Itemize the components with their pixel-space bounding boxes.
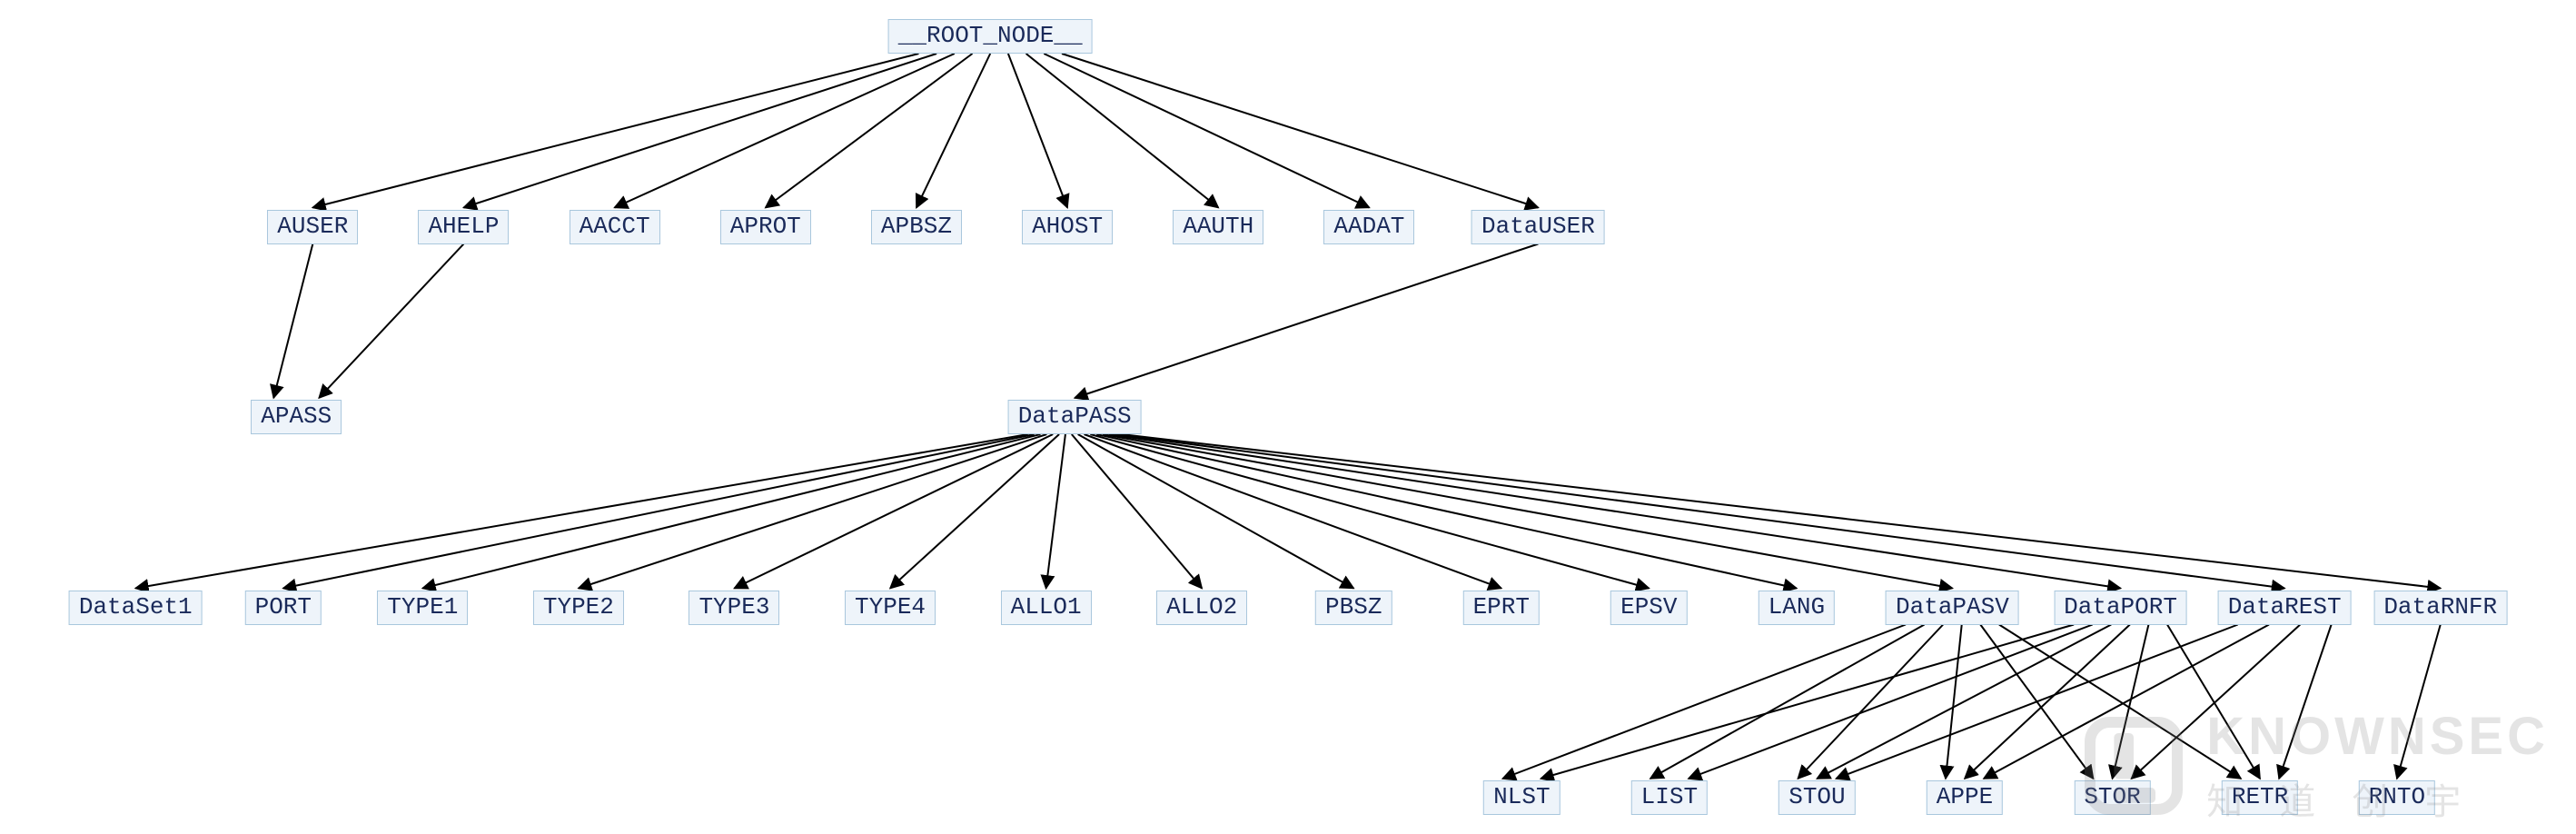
edge — [1541, 625, 2074, 779]
graph-node-aadat: AADAT — [1323, 210, 1414, 244]
edge — [1085, 434, 1501, 589]
graph-node-apbsz: APBSZ — [871, 210, 962, 244]
graph-node-epsv: EPSV — [1610, 591, 1687, 625]
watermark-latin: KNOWNSEC — [2206, 706, 2549, 767]
edge — [579, 434, 1046, 589]
graph-node-allo1: ALLO1 — [1001, 591, 1092, 625]
graph-node-port: PORT — [245, 591, 322, 625]
edge — [1044, 54, 1369, 208]
edge — [766, 54, 973, 208]
edge — [2132, 625, 2301, 779]
edge — [312, 54, 918, 208]
edge — [1072, 434, 1202, 589]
graph-node-rnto: RNTO — [2359, 780, 2435, 815]
graph-node-aacct: AACCT — [570, 210, 660, 244]
graph-node-lang: LANG — [1759, 591, 1835, 625]
edge — [1999, 625, 2241, 779]
edge — [1062, 54, 1538, 208]
graph-node-auser: AUSER — [267, 210, 358, 244]
edge — [2167, 625, 2260, 779]
edge — [734, 434, 1053, 589]
graph-node-appe: APPE — [1927, 780, 2003, 815]
graph-node-dataset1: DataSet1 — [69, 591, 203, 625]
edge — [1798, 625, 1943, 779]
edge — [1946, 625, 1962, 779]
edge — [1109, 434, 2121, 589]
edge — [1090, 434, 1649, 589]
edge — [1026, 54, 1219, 208]
edge — [1689, 625, 2093, 779]
edge — [1502, 625, 1906, 779]
edge — [1115, 434, 2284, 589]
edge — [135, 434, 1028, 589]
edge — [1650, 625, 1925, 779]
graph-node-type3: TYPE3 — [689, 591, 779, 625]
graph-node-root: __ROOT_NODE__ — [888, 19, 1093, 54]
graph-node-datauser: DataUSER — [1471, 210, 1605, 244]
graph-node-pbsz: PBSZ — [1315, 591, 1392, 625]
graph-node-stor: STOR — [2074, 780, 2150, 815]
edge — [2113, 625, 2149, 779]
graph-node-ahelp: AHELP — [418, 210, 509, 244]
graph-node-nlst: NLST — [1483, 780, 1560, 815]
graph-node-datarest: DataREST — [2218, 591, 2352, 625]
edge — [1096, 434, 1797, 589]
edge — [1008, 54, 1067, 208]
edge — [1817, 625, 2111, 779]
edge — [615, 54, 955, 208]
edge — [1075, 244, 1538, 399]
edge — [273, 244, 312, 399]
graph-node-type4: TYPE4 — [845, 591, 936, 625]
graph-node-list: LIST — [1631, 780, 1708, 815]
edge — [890, 434, 1059, 589]
edge — [1980, 625, 2093, 779]
edge — [2397, 625, 2441, 779]
edge — [1836, 625, 2237, 779]
graph-node-retr: RETR — [2222, 780, 2298, 815]
edge — [1965, 625, 2130, 779]
graph-node-dataport: DataPORT — [2054, 591, 2187, 625]
graph-node-aprot: APROT — [720, 210, 811, 244]
edges-layer — [0, 0, 2576, 834]
edge — [463, 54, 936, 208]
graph-node-allo2: ALLO2 — [1156, 591, 1247, 625]
graph-node-datarnfr: DataRNFR — [2373, 591, 2507, 625]
graph-node-aauth: AAUTH — [1173, 210, 1263, 244]
edge — [1122, 434, 2441, 589]
edge — [2279, 625, 2332, 779]
edge — [1046, 434, 1065, 589]
graph-node-datapass: DataPASS — [1008, 400, 1142, 434]
graph-node-stou: STOU — [1778, 780, 1855, 815]
edge — [1984, 625, 2269, 779]
edge — [916, 54, 990, 208]
edge — [319, 244, 463, 399]
edge — [283, 434, 1035, 589]
graph-node-type2: TYPE2 — [533, 591, 624, 625]
edge — [1103, 434, 1952, 589]
edge — [1078, 434, 1354, 589]
graph-node-type1: TYPE1 — [377, 591, 468, 625]
graph-node-eprt: EPRT — [1463, 591, 1540, 625]
graph-node-ahost: AHOST — [1022, 210, 1113, 244]
edge — [422, 434, 1040, 589]
graph-node-apass: APASS — [251, 400, 342, 434]
graph-node-datapasv: DataPASV — [1886, 591, 2019, 625]
